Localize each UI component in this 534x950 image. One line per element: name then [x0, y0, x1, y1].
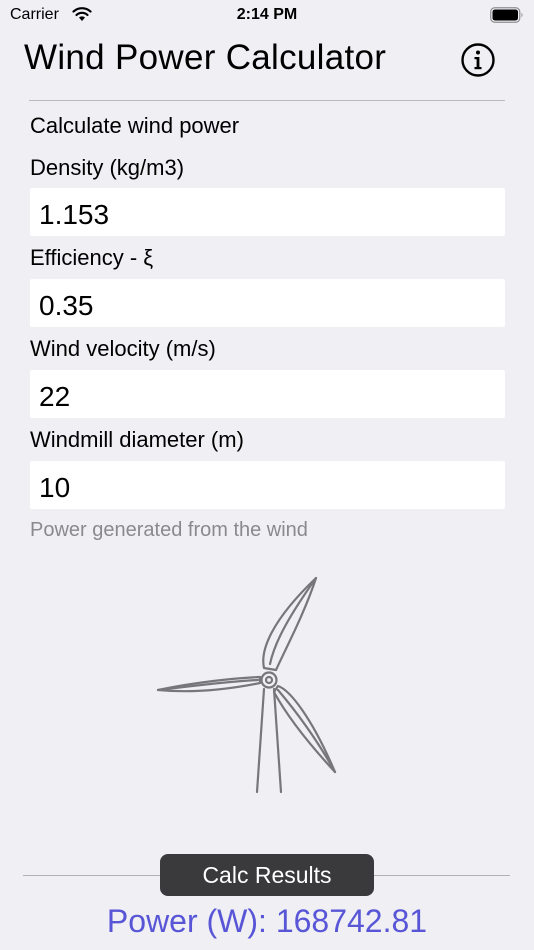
power-caption: Power generated from the wind: [30, 519, 308, 541]
windmill-diameter-input[interactable]: [30, 461, 505, 509]
wind-velocity-label: Wind velocity (m/s): [30, 336, 216, 361]
battery-icon: [490, 7, 523, 23]
section-title: Calculate wind power: [30, 113, 240, 138]
density-label: Density (kg/m3): [30, 155, 185, 180]
info-icon[interactable]: [460, 42, 496, 78]
header-divider: [29, 100, 505, 101]
status-time: 2:14 PM: [236, 6, 298, 23]
wind-turbine-icon: [156, 576, 337, 794]
windmill-diameter-label: Windmill diameter (m): [30, 427, 244, 452]
wind-velocity-input[interactable]: [30, 370, 505, 418]
status-bar: Carrier 2:14 PM: [0, 0, 534, 30]
density-input[interactable]: [30, 188, 505, 236]
efficiency-label: Efficiency - ξ: [30, 245, 154, 270]
divider-right: [372, 875, 510, 876]
power-result: Power (W): 168742.81: [106, 903, 428, 939]
calc-results-button[interactable]: Calc Results: [160, 854, 374, 896]
efficiency-input[interactable]: [30, 279, 505, 327]
divider-left: [23, 875, 163, 876]
page-title: Wind Power Calculator: [24, 38, 387, 77]
